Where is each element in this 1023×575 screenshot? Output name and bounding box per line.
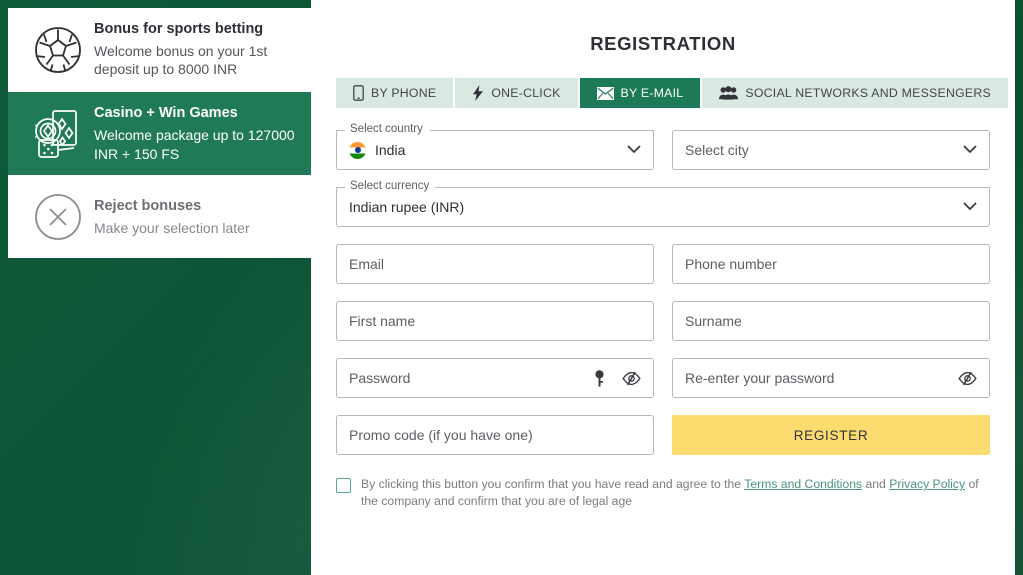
promo-cell: Promo code (if you have one): [336, 415, 654, 455]
circle-x-icon: [22, 188, 94, 246]
bonus-card-reject[interactable]: Reject bonuses Make your selection later: [8, 175, 311, 259]
first-name-field[interactable]: First name: [336, 301, 654, 341]
surname-field[interactable]: Surname: [672, 301, 990, 341]
soccer-ball-icon: [22, 21, 94, 79]
phone-field[interactable]: Phone number: [672, 244, 990, 284]
password-repeat-placeholder: Re-enter your password: [685, 370, 835, 386]
casino-cards-chip-dice-icon: [22, 105, 94, 163]
india-flag-icon: [349, 141, 366, 159]
currency-label: Select currency: [347, 180, 433, 193]
city-select[interactable]: Select city: [672, 130, 990, 170]
terms-checkbox[interactable]: [336, 478, 351, 493]
currency-select[interactable]: Select currency Indian rupee (INR): [336, 180, 990, 227]
surname-placeholder: Surname: [685, 313, 742, 329]
envelope-icon: [596, 86, 614, 100]
bonus-card-sports[interactable]: Bonus for sports betting Welcome bonus o…: [8, 8, 311, 92]
form-row-promo-submit: Promo code (if you have one) REGISTER: [336, 415, 990, 455]
chevron-down-icon: [963, 198, 977, 216]
lightning-bolt-icon: [472, 85, 484, 101]
register-button[interactable]: REGISTER: [672, 415, 990, 455]
bonus-card-text: Bonus for sports betting Welcome bonus o…: [94, 20, 297, 79]
bonus-card-description: Welcome bonus on your 1st deposit up to …: [94, 42, 268, 78]
country-select[interactable]: Select country India: [336, 123, 654, 170]
bonus-card-text: Casino + Win Games Welcome package up to…: [94, 104, 297, 163]
registration-screen: Bonus for sports betting Welcome bonus o…: [0, 0, 1023, 575]
email-cell: Email: [336, 244, 654, 284]
key-icon[interactable]: [594, 369, 605, 387]
currency-cell: Select currency Indian rupee (INR): [336, 180, 990, 227]
bonus-card-casino[interactable]: Casino + Win Games Welcome package up to…: [8, 91, 311, 176]
phone-cell: Phone number: [672, 244, 990, 284]
tab-label: BY PHONE: [371, 86, 437, 100]
bonus-card-title: Bonus for sports betting: [94, 21, 264, 37]
bonus-card-description: Make your selection later: [94, 219, 250, 236]
country-cell: Select country India: [336, 123, 654, 170]
first-name-cell: First name: [336, 301, 654, 341]
register-cell: REGISTER: [672, 415, 990, 455]
tab-by-phone[interactable]: BY PHONE: [336, 78, 456, 108]
terms-text-before: By clicking this button you confirm that…: [361, 477, 745, 491]
bonus-card-title: Reject bonuses: [94, 197, 202, 214]
privacy-policy-link[interactable]: Privacy Policy: [889, 477, 965, 491]
terms-text-middle: and: [862, 477, 890, 491]
registration-form: Select country India Select city Select …: [336, 123, 990, 455]
terms-and-conditions-link[interactable]: Terms and Conditions: [744, 477, 862, 491]
bonus-sidebar: Bonus for sports betting Welcome bonus o…: [8, 8, 311, 259]
registration-method-tabs: BY PHONE ONE-CLICK BY E-MAIL SOCIAL NETW…: [336, 78, 1008, 108]
password-repeat-field[interactable]: Re-enter your password: [672, 358, 990, 398]
eye-off-icon[interactable]: [622, 371, 641, 386]
currency-value: Indian rupee (INR): [349, 199, 465, 215]
tab-label: ONE-CLICK: [491, 86, 561, 100]
chevron-down-icon: [963, 141, 977, 159]
tab-one-click[interactable]: ONE-CLICK: [455, 78, 580, 108]
mobile-phone-icon: [353, 85, 364, 101]
promo-code-placeholder: Promo code (if you have one): [349, 427, 533, 443]
email-placeholder: Email: [349, 256, 385, 272]
promo-code-field[interactable]: Promo code (if you have one): [336, 415, 654, 455]
eye-off-icon[interactable]: [958, 371, 977, 386]
chevron-down-icon: [627, 141, 641, 159]
terms-text: By clicking this button you confirm that…: [361, 476, 990, 510]
registration-panel: REGISTRATION BY PHONE ONE-CLICK BY E-MAI…: [311, 0, 1015, 575]
first-name-placeholder: First name: [349, 313, 416, 329]
password-field[interactable]: Password: [336, 358, 654, 398]
country-label: Select country: [347, 123, 426, 136]
email-field[interactable]: Email: [336, 244, 654, 284]
tab-by-email[interactable]: BY E-MAIL: [579, 78, 703, 108]
form-row-password: Password Re-enter your password: [336, 358, 990, 398]
bonus-card-text: Reject bonuses Make your selection later: [94, 197, 297, 237]
city-cell: Select city: [672, 130, 990, 170]
page-title: REGISTRATION: [590, 33, 736, 54]
form-row-location: Select country India Select city: [336, 123, 990, 170]
tab-social-networks[interactable]: SOCIAL NETWORKS AND MESSENGERS: [702, 78, 1008, 108]
form-row-name: First name Surname: [336, 301, 990, 341]
people-group-icon: [719, 86, 739, 100]
surname-cell: Surname: [672, 301, 990, 341]
terms-agreement: By clicking this button you confirm that…: [336, 476, 990, 510]
tab-label: BY E-MAIL: [620, 86, 684, 100]
form-row-currency: Select currency Indian rupee (INR): [336, 180, 990, 227]
bonus-card-description: Welcome package up to 127000 INR + 150 F…: [94, 126, 295, 162]
bonus-card-title: Casino + Win Games: [94, 105, 238, 122]
city-placeholder: Select city: [685, 142, 749, 158]
password-placeholder: Password: [349, 370, 411, 386]
phone-placeholder: Phone number: [685, 256, 777, 272]
form-row-contact: Email Phone number: [336, 244, 990, 284]
country-value: India: [375, 142, 406, 158]
password-repeat-cell: Re-enter your password: [672, 358, 990, 398]
password-cell: Password: [336, 358, 654, 398]
tab-label: SOCIAL NETWORKS AND MESSENGERS: [745, 86, 991, 100]
